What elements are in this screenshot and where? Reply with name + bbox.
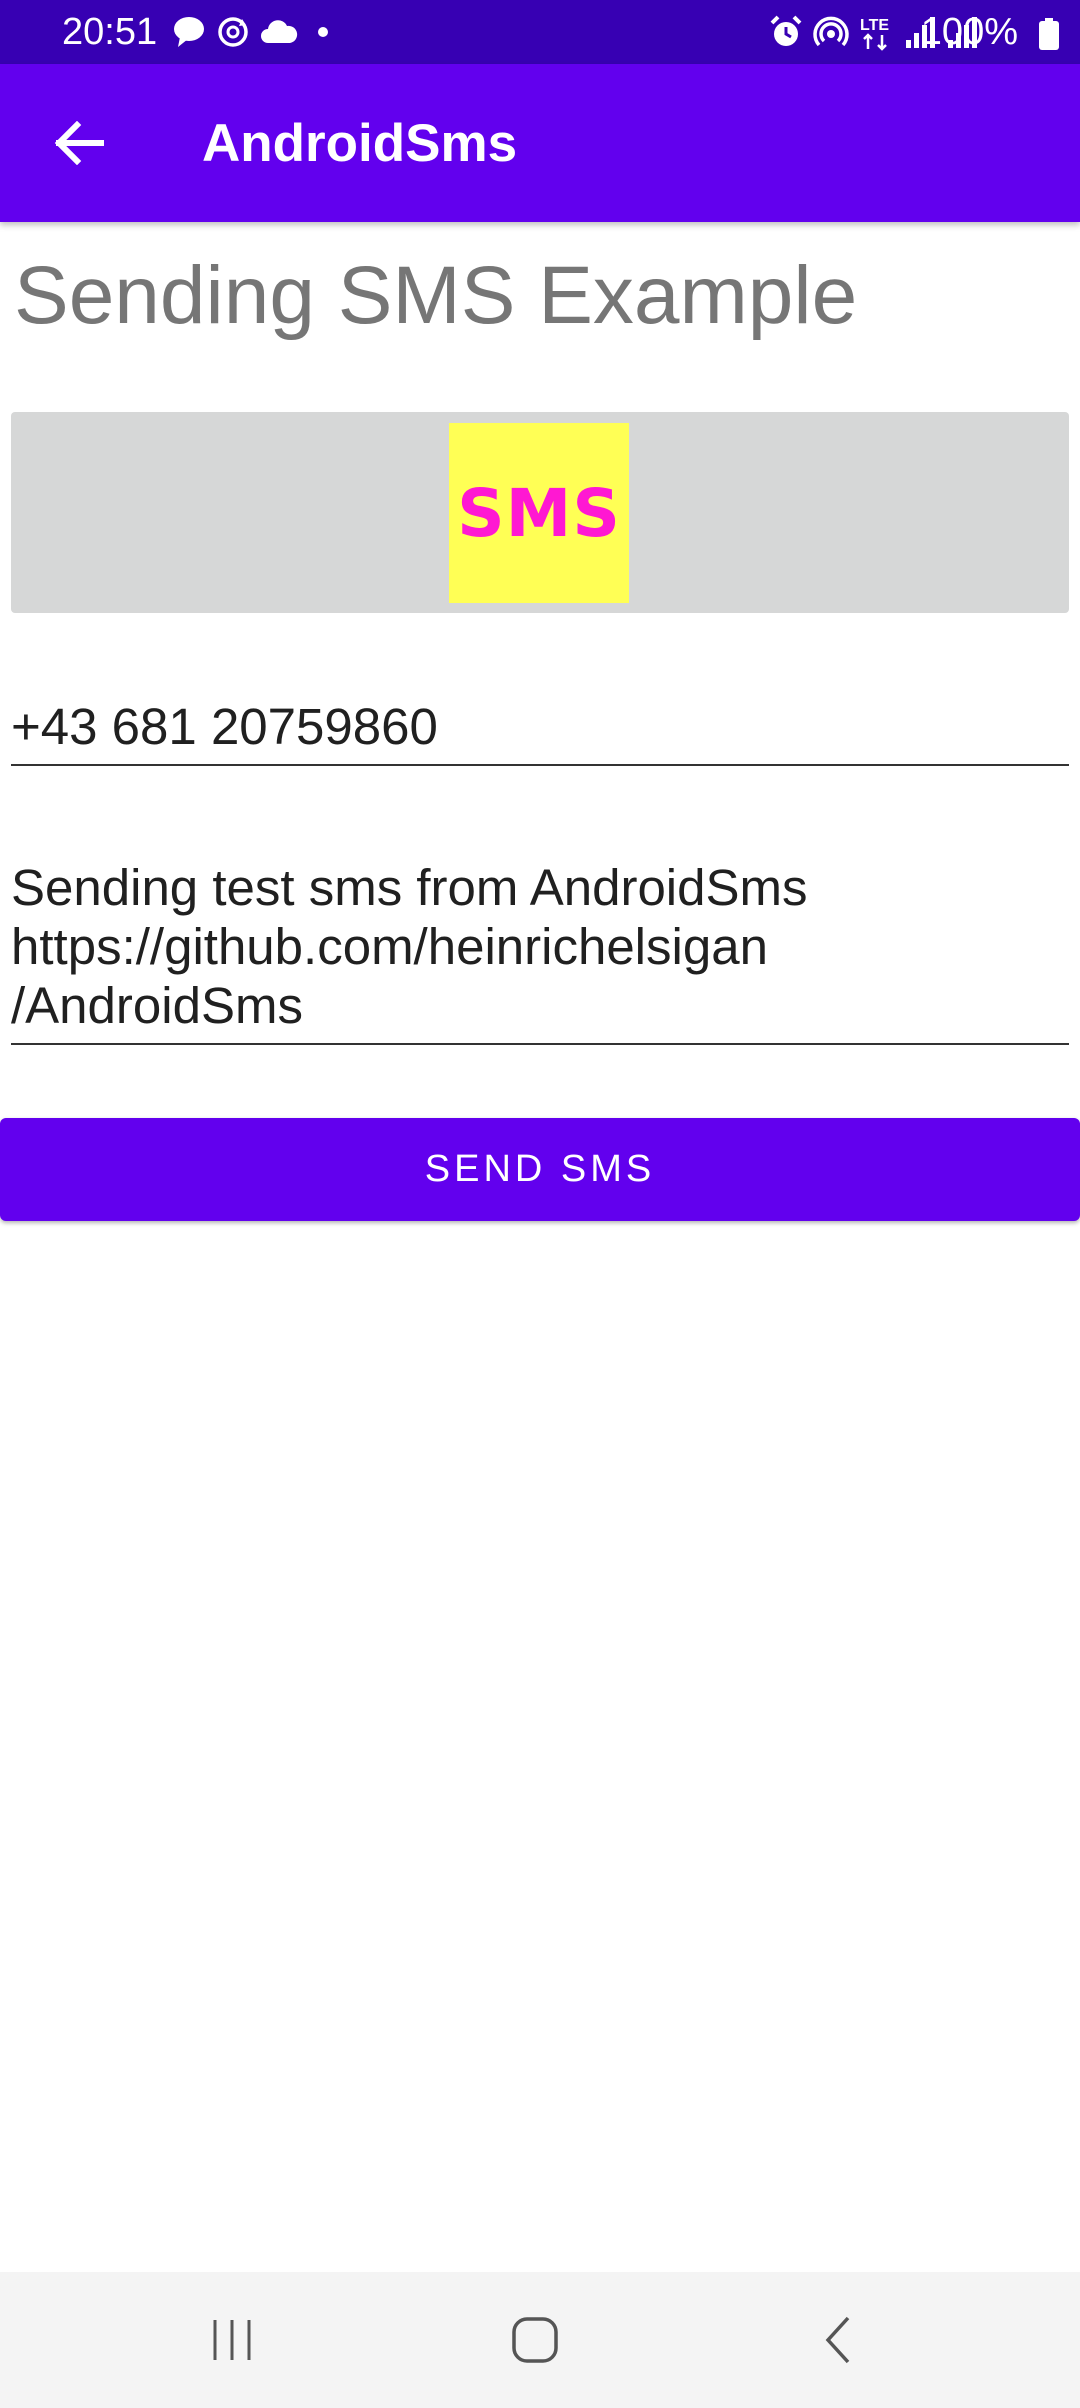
cloud-icon xyxy=(260,17,298,52)
back-icon xyxy=(825,2316,850,2364)
recent-apps-button[interactable] xyxy=(192,2300,272,2380)
status-notification-icons xyxy=(172,14,338,54)
svg-text:LTE: LTE xyxy=(860,17,889,34)
message-field-underline xyxy=(11,1043,1069,1045)
sms-image-panel: SMS xyxy=(11,412,1069,613)
page-title: Sending SMS Example xyxy=(14,250,858,341)
alarm-icon xyxy=(768,14,804,55)
arrow-back-icon xyxy=(54,121,104,165)
navigation-bar xyxy=(0,2272,1080,2408)
battery-icon xyxy=(1038,18,1060,50)
back-button[interactable] xyxy=(40,104,118,182)
back-nav-button[interactable] xyxy=(798,2300,878,2380)
recent-apps-icon xyxy=(213,2320,251,2360)
lte-icon: LTE xyxy=(858,13,896,56)
sms-logo-image: SMS xyxy=(449,423,629,603)
status-bar: 20:51 LTE 100% xyxy=(0,0,1080,64)
sync-icon xyxy=(216,15,250,54)
app-bar: AndroidSms xyxy=(0,64,1080,222)
hotspot-icon xyxy=(812,13,850,56)
sms-logo-text: SMS xyxy=(457,475,621,552)
home-button[interactable] xyxy=(495,2300,575,2380)
battery-percentage: 100% xyxy=(920,11,1018,53)
app-title: AndroidSms xyxy=(202,114,518,173)
send-sms-button[interactable]: SEND SMS xyxy=(0,1118,1080,1221)
phone-number-field[interactable] xyxy=(11,692,1069,762)
dot-icon xyxy=(308,17,338,52)
chat-bubble-icon xyxy=(172,15,206,54)
status-time: 20:51 xyxy=(62,11,158,53)
phone-field-underline xyxy=(11,764,1069,766)
home-icon xyxy=(512,2317,558,2363)
message-field[interactable]: Sending test sms from AndroidSms https:/… xyxy=(11,858,1069,1038)
